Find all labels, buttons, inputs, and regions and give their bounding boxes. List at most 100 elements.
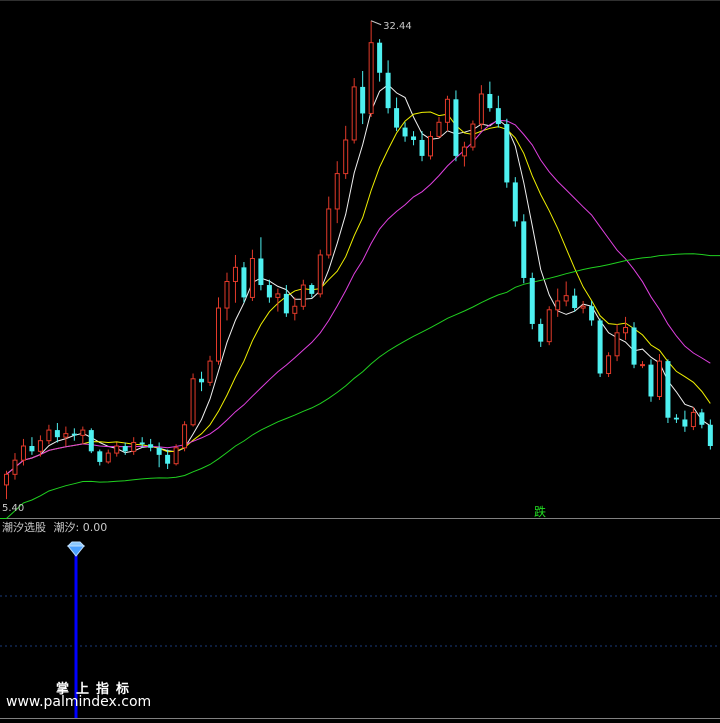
candle-body bbox=[394, 108, 400, 128]
candle-body bbox=[216, 307, 221, 362]
candle-body bbox=[351, 86, 357, 141]
candle-body bbox=[360, 86, 366, 114]
candle-body bbox=[207, 360, 213, 383]
candle bbox=[266, 279, 272, 303]
candle-body bbox=[317, 254, 323, 295]
candle bbox=[88, 428, 94, 454]
candle-body bbox=[114, 445, 120, 454]
candle-body bbox=[411, 136, 417, 140]
candle bbox=[377, 39, 383, 82]
candle bbox=[80, 426, 86, 445]
candle bbox=[12, 453, 18, 480]
candle bbox=[563, 281, 569, 307]
candle bbox=[105, 449, 111, 464]
candle-body bbox=[614, 332, 620, 357]
candle bbox=[29, 437, 35, 455]
candle-body bbox=[487, 93, 493, 109]
candle-body bbox=[190, 378, 196, 426]
candle-body bbox=[461, 146, 467, 157]
candle bbox=[606, 352, 612, 378]
stock-chart: 32.44 5.40 bbox=[0, 0, 720, 719]
candle-body bbox=[648, 364, 654, 397]
high-price-label: 32.44 bbox=[383, 21, 412, 32]
candle bbox=[258, 237, 264, 291]
candle bbox=[241, 262, 247, 303]
ma10-line bbox=[6, 111, 711, 475]
candle-body bbox=[453, 99, 459, 156]
price-labels: 32.44 5.40 bbox=[2, 20, 412, 514]
indicator-header: 潮汐选股 潮汐: 0.00 bbox=[2, 520, 111, 536]
candle-body bbox=[512, 182, 518, 222]
candle-body bbox=[148, 444, 154, 448]
diamond-top-icon bbox=[66, 541, 86, 547]
candle-body bbox=[538, 323, 544, 342]
candle-body bbox=[402, 127, 408, 137]
candle bbox=[249, 249, 255, 301]
candle bbox=[216, 297, 221, 365]
candle-body bbox=[665, 361, 671, 418]
candle-body bbox=[368, 42, 374, 114]
candle-body bbox=[334, 173, 340, 210]
candle bbox=[385, 60, 391, 114]
candle bbox=[97, 449, 103, 466]
candle-body bbox=[173, 447, 179, 465]
indicator-value: 潮汐: 0.00 bbox=[53, 521, 108, 534]
candle bbox=[597, 318, 603, 378]
candle bbox=[656, 354, 662, 401]
candle-body bbox=[199, 378, 205, 383]
candle bbox=[648, 359, 654, 402]
candle-body bbox=[122, 446, 128, 452]
candle-body bbox=[673, 417, 679, 420]
candle bbox=[199, 371, 205, 392]
candle bbox=[232, 254, 238, 303]
candle bbox=[402, 122, 408, 142]
candle-body bbox=[419, 139, 425, 156]
candle bbox=[275, 288, 281, 312]
candle bbox=[343, 125, 349, 179]
candle-body bbox=[623, 326, 629, 334]
candle-body bbox=[97, 451, 103, 462]
candle bbox=[690, 407, 696, 431]
candle bbox=[555, 288, 561, 317]
candle-body bbox=[54, 430, 60, 438]
candle-body bbox=[80, 429, 86, 436]
candle-body bbox=[682, 419, 688, 427]
candle bbox=[428, 131, 433, 160]
ma20-line bbox=[6, 119, 711, 475]
candle bbox=[182, 421, 188, 452]
candle bbox=[580, 300, 586, 314]
candle bbox=[317, 249, 323, 298]
candle-body bbox=[529, 277, 535, 324]
candle bbox=[614, 323, 620, 362]
candle-body bbox=[266, 285, 272, 298]
candle-body bbox=[224, 280, 230, 309]
candle-body bbox=[436, 121, 442, 137]
candle bbox=[63, 426, 69, 447]
high-label-pointer bbox=[370, 20, 382, 26]
candle-body bbox=[707, 424, 713, 447]
candle bbox=[512, 177, 518, 227]
candle-body bbox=[139, 442, 145, 445]
candle bbox=[521, 214, 527, 284]
candle-body bbox=[71, 433, 77, 436]
candle bbox=[71, 428, 77, 441]
fall-signal-label: 跌 bbox=[534, 505, 547, 519]
candle-body bbox=[640, 364, 645, 367]
candle bbox=[326, 196, 332, 259]
candle bbox=[190, 373, 196, 427]
candle bbox=[368, 20, 374, 117]
candle bbox=[470, 120, 476, 151]
grid-lines bbox=[0, 0, 720, 719]
candle bbox=[309, 283, 315, 298]
candle-body bbox=[20, 445, 26, 461]
candle bbox=[351, 78, 357, 144]
candle bbox=[46, 424, 52, 445]
candle-body bbox=[12, 459, 18, 475]
candle bbox=[623, 316, 629, 340]
candle-body bbox=[521, 221, 527, 278]
candle-body bbox=[495, 108, 501, 125]
candle bbox=[4, 470, 9, 500]
candle-body bbox=[580, 305, 586, 309]
candle-body bbox=[326, 208, 332, 256]
low-price-label: 5.40 bbox=[2, 503, 24, 514]
